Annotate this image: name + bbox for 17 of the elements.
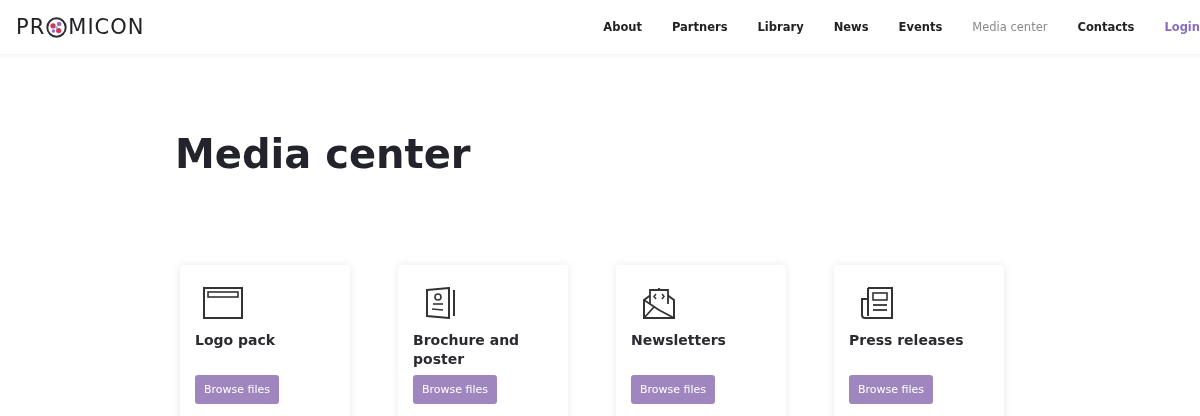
card-title: Brochure and poster — [413, 331, 521, 369]
window-icon — [203, 287, 243, 319]
card-title: Newsletters — [631, 331, 727, 350]
nav-link[interactable]: Media center — [972, 20, 1048, 34]
card-title: Press releases — [849, 331, 965, 350]
nav-link[interactable]: Contacts — [1077, 20, 1135, 34]
card-title: Logo pack — [195, 331, 277, 350]
logo-cell-icon — [46, 16, 68, 38]
page-title: Media center — [175, 130, 472, 178]
nav-link[interactable]: About — [603, 20, 642, 34]
login-link[interactable]: Login — [1164, 20, 1200, 34]
nav-link[interactable]: Partners — [672, 20, 728, 34]
nav-link[interactable]: News — [833, 20, 869, 34]
logo-text: MICON — [68, 15, 145, 39]
nav-link[interactable]: Events — [898, 20, 943, 34]
logo-text: PR — [16, 15, 46, 39]
nav-link[interactable]: Library — [757, 20, 804, 34]
